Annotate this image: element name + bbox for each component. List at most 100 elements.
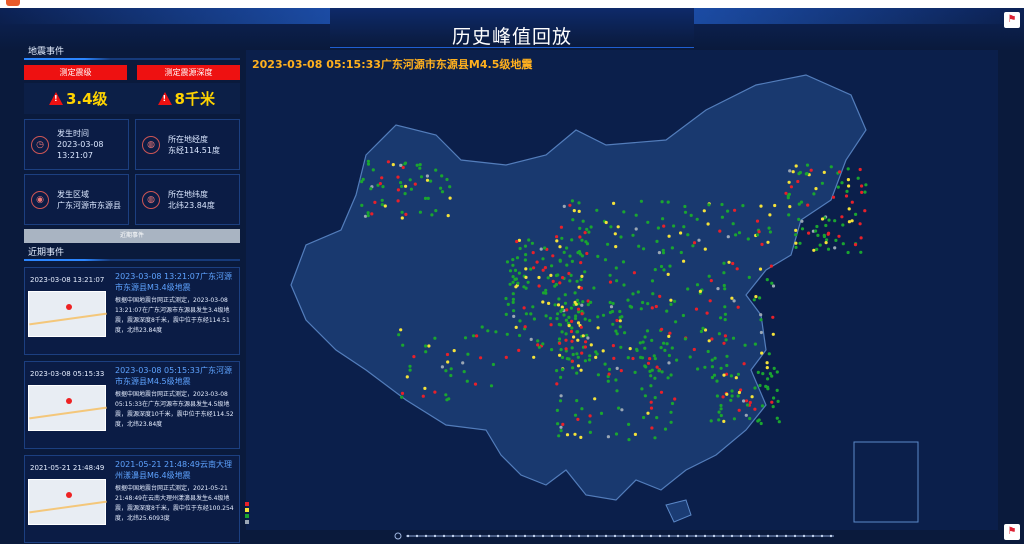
quake-dot [575,371,579,375]
quake-dot [814,187,818,191]
quake-dot [717,410,721,414]
quake-dot [824,241,828,245]
list-item[interactable]: 2023-03-08 13:21:07 2023-03-08 13:21:07广… [24,267,240,355]
quake-dot [755,233,760,237]
quake-dot [631,292,635,296]
timeline-tick [532,534,536,538]
quake-dot [654,304,658,309]
quake-dot [462,370,466,374]
quake-dot [603,258,608,262]
quake-dot [562,313,566,317]
quake-dot [567,315,571,319]
quake-dot [579,368,583,372]
quake-dot [614,378,618,382]
quake-dot [723,305,727,309]
timeline-slider[interactable] [394,531,840,541]
quake-dot [606,242,610,246]
event-headline[interactable]: 2021-05-21 21:48:49云南大理州漾濞县M6.4级地震 [115,459,236,481]
quake-dot [662,268,666,272]
quake-dot [575,399,579,403]
quake-dot [722,271,726,275]
quake-dot [731,222,735,226]
quake-dot [447,397,451,401]
quake-dot [511,292,515,296]
quake-dot [562,250,566,254]
flag-icon[interactable]: ⚑ [1004,12,1020,28]
quake-dot [771,315,775,319]
recent-events-button[interactable]: 近期事件 [24,229,240,243]
quake-dot [760,404,765,408]
quake-dot [683,204,687,209]
quake-dot [555,369,559,373]
event-headline[interactable]: 2023-03-08 13:21:07广东河源市东源县M3.4级地震 [115,271,236,293]
quake-dot [845,189,849,193]
timeline-tick [442,534,446,538]
quake-dot [827,218,831,222]
quake-dot [649,374,653,378]
quake-dot [615,389,619,393]
quake-dot [561,276,565,280]
quake-dot [643,335,647,339]
quake-dot [544,288,548,292]
quake-dot [719,403,723,408]
quake-dot [592,286,596,290]
quake-dot [615,332,619,336]
quake-dot [559,375,563,379]
quake-dot [858,167,862,172]
quake-dot [494,330,498,334]
timeline-tick [460,534,464,538]
quake-dot [696,367,700,371]
quake-dot [759,204,763,208]
quake-dot [667,334,671,338]
quake-dot [729,398,733,402]
quake-dot [578,226,582,230]
quake-dot [523,244,528,248]
quake-dot [833,246,837,250]
quake-dot [426,196,430,200]
pin-icon [66,304,72,310]
quake-dot [642,415,646,420]
quake-dot [723,334,727,338]
quake-dot [772,396,776,400]
china-map[interactable]: 2023-03-08 05:15:33广东河源市东源县M4.5级地震 [246,50,998,530]
timeline-tick [820,534,824,538]
measure-magnitude-button[interactable]: 测定震级 [24,65,127,80]
quake-dot [618,309,622,314]
list-item[interactable]: 2021-05-21 21:48:49 2021-05-21 21:48:49云… [24,455,240,543]
quake-dot [712,373,717,377]
quake-dot [859,236,863,240]
quake-dot [718,229,722,233]
quake-dot [766,377,770,381]
quake-dot [794,233,798,237]
quake-dot [666,376,670,380]
quake-dot [707,203,711,207]
event-headline[interactable]: 2023-03-08 05:15:33广东河源市东源县M4.5级地震 [115,365,236,387]
quake-dot [709,279,713,283]
quake-dot [603,362,607,366]
quake-dot [608,310,612,315]
measure-depth-button[interactable]: 测定震源深度 [137,65,240,80]
quake-dot [703,247,707,251]
quake-dot [588,414,592,418]
quake-dot [737,408,741,412]
quake-dot [511,263,515,267]
quake-dot [581,300,585,304]
quake-dot [863,209,867,213]
quake-dot [440,174,444,178]
quake-dot [418,166,422,170]
quake-dot [404,184,408,188]
quake-dot [571,352,575,357]
quake-dot [856,176,860,180]
quake-dot [699,329,703,334]
list-item[interactable]: 2023-03-08 05:15:33 2023-03-08 05:15:33广… [24,361,240,449]
quake-dot [429,179,433,183]
flag-icon[interactable]: ⚑ [1004,524,1020,540]
timeline-tick [586,534,590,538]
quake-dot [689,213,693,217]
quake-dot [518,319,522,323]
clock-icon: ◷ [31,135,49,154]
quake-dot [445,352,450,357]
quake-dot [524,275,528,279]
quake-dot [761,372,765,376]
quake-dot [641,300,645,305]
